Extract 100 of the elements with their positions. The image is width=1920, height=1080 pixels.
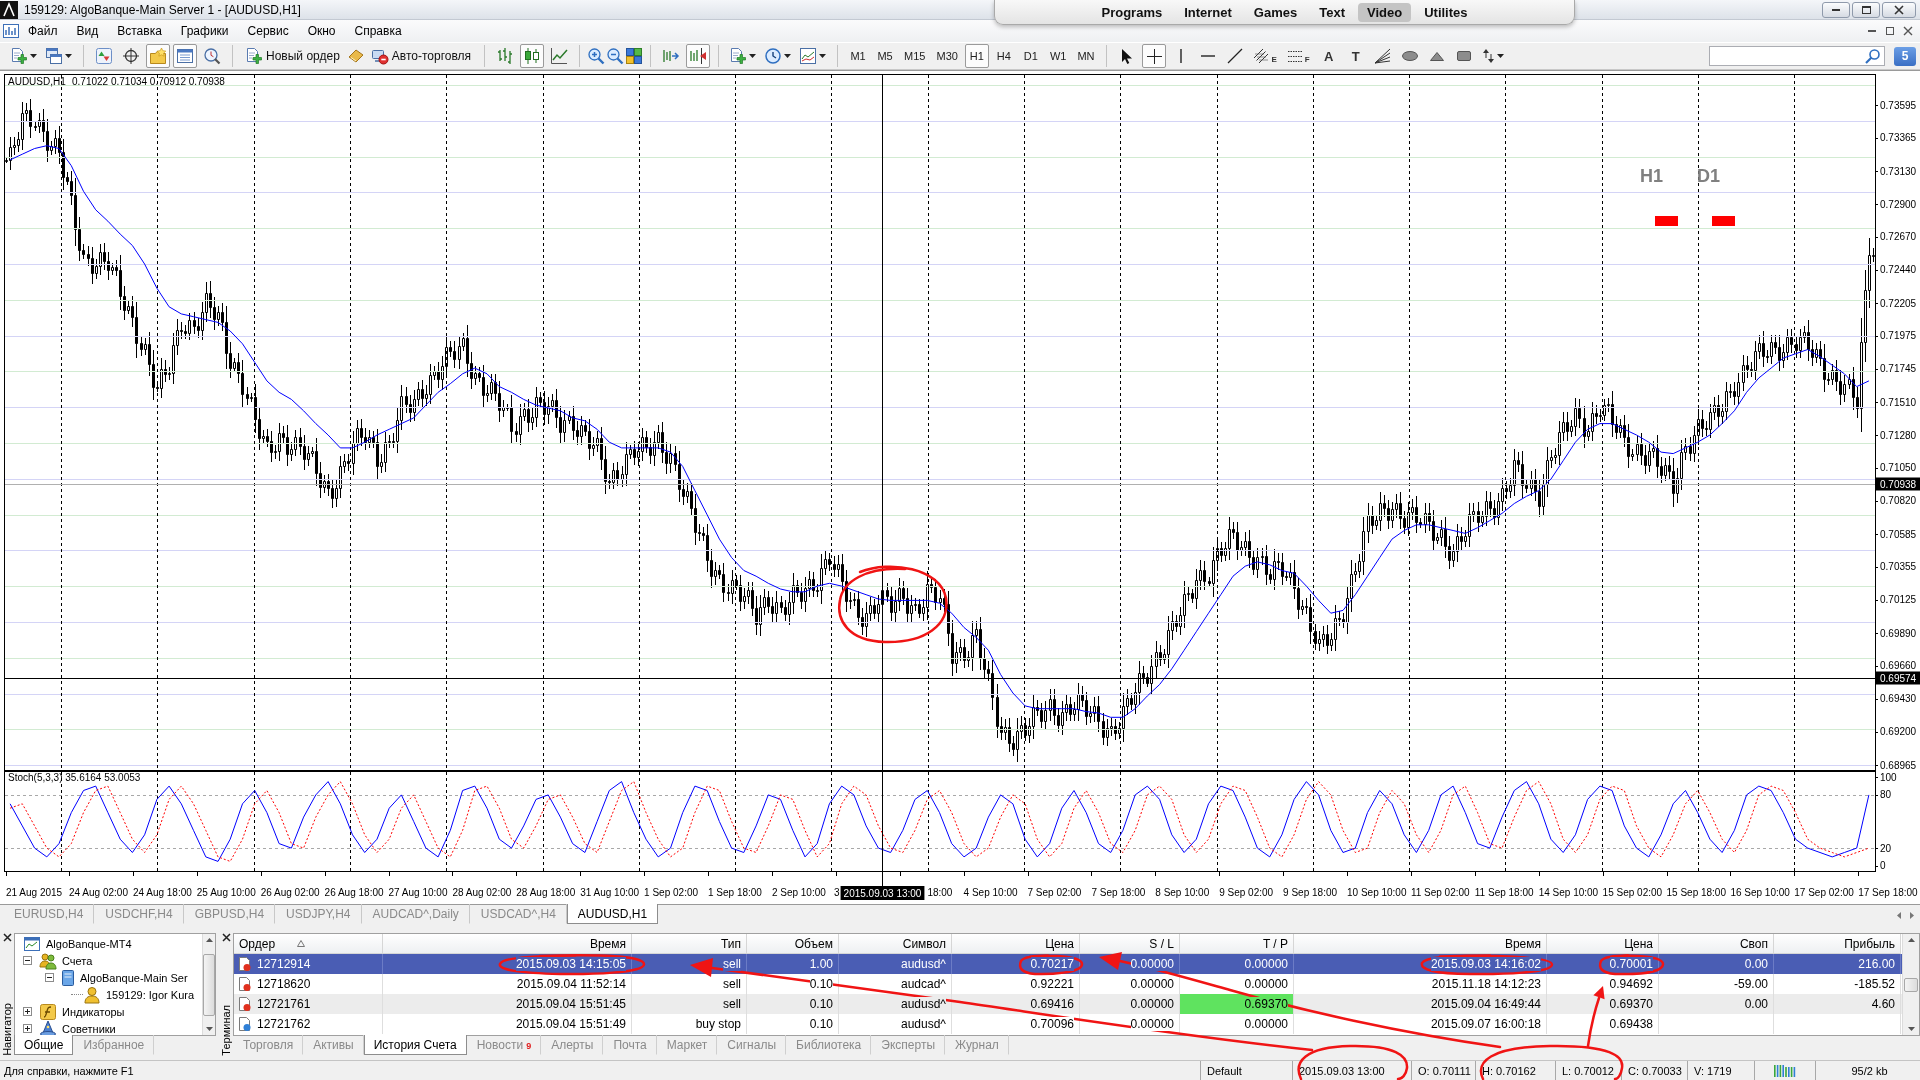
table-cell: 0.00000: [1130, 997, 1174, 1011]
price-axis-label: 0.72440: [1880, 264, 1917, 276]
price-axis-label: 0.70585: [1880, 528, 1917, 540]
time-axis-label: 7 Sep 18:00: [1091, 887, 1146, 898]
price-axis-label: 0.72900: [1880, 198, 1917, 210]
time-axis-label: 18:00: [927, 887, 953, 898]
table-cell: 2015.11.18 14:12:23: [1431, 977, 1541, 991]
window-title: 159129: AlgoBanque-Main Server 1 - [AUDUSD,H1]: [24, 2, 301, 17]
table-cell: 0.70001: [1609, 957, 1653, 971]
oscillator-axis-label: 100: [1880, 771, 1897, 783]
table-cell: 216.00: [1858, 957, 1895, 971]
price-tag: 0.70938: [1876, 477, 1920, 491]
time-axis-label: 16 Sep 10:00: [1730, 887, 1790, 898]
time-axis-label: 28 Aug 02:00: [452, 887, 512, 898]
time-axis-label: 26 Aug 02:00: [260, 887, 320, 898]
order-number: 12721761: [257, 997, 311, 1011]
panel-title: Терминал: [220, 1005, 232, 1056]
price-axis-label: 0.71745: [1880, 363, 1917, 375]
table-cell: 1.00: [809, 957, 833, 971]
status-field: V: 1719: [1687, 1061, 1754, 1080]
table-cell: 0.10: [809, 977, 833, 991]
time-axis-label: 28 Aug 18:00: [516, 887, 576, 898]
panel-title: Навигатор: [1, 1003, 13, 1056]
time-axis-label: 7 Sep 02:00: [1027, 887, 1082, 898]
price-axis-label: 0.71510: [1880, 396, 1917, 408]
status-field: 2015.09.03 13:00: [1292, 1061, 1411, 1080]
time-axis-label: 11 Sep 18:00: [1474, 887, 1534, 898]
price-axis-label: 0.69200: [1880, 726, 1917, 737]
price-axis-label: 0.71280: [1880, 429, 1917, 441]
time-axis-label: 26 Aug 18:00: [324, 887, 384, 898]
table-cell: 0.69370: [1609, 997, 1653, 1011]
table-cell: 0.00000: [1244, 957, 1288, 971]
price-axis-label: 0.70125: [1880, 594, 1917, 606]
table-cell: sell: [723, 997, 741, 1011]
chart-symbol: AUDUSD,H1: [8, 76, 66, 87]
table-cell: buy stop: [695, 1017, 741, 1031]
oscillator-axis-label: 80: [1880, 789, 1892, 801]
price-axis-label: 0.69430: [1880, 693, 1917, 705]
ref-line-label: 0.70938: [1880, 479, 1917, 490]
order-number: 12721762: [257, 1017, 311, 1031]
time-axis-label: 1 Sep 18:00: [708, 887, 762, 898]
time-axis-label: 9 Sep 02:00: [1219, 887, 1274, 898]
table-cell: 2015.09.04 15:51:45: [515, 997, 626, 1011]
table-cell: 0.00000: [1244, 1017, 1288, 1031]
table-cell: 2015.09.04 16:49:44: [1430, 997, 1541, 1011]
time-axis-label: 17 Sep 18:00: [1858, 887, 1918, 898]
time-axis-label: 24 Aug 18:00: [132, 887, 192, 898]
price-axis-label: 0.71975: [1880, 330, 1917, 342]
table-cell: 0.92221: [1030, 977, 1074, 991]
table-cell: audusd^: [901, 997, 946, 1011]
time-axis-label: 3: [834, 887, 840, 898]
table-cell: 2015.09.03 14:16:02: [1430, 957, 1541, 971]
time-axis-label: 8 Sep 10:00: [1155, 887, 1210, 898]
ref-line-label: 0.69574: [1880, 673, 1917, 684]
table-cell: 0.00: [1744, 997, 1768, 1011]
table-cell: 0.69370: [1244, 997, 1288, 1011]
table-cell: 0.10: [809, 997, 833, 1011]
table-cell: audcad^: [901, 977, 946, 991]
price-axis-label: 0.73365: [1880, 132, 1917, 144]
price-axis-label: 0.71050: [1880, 462, 1917, 474]
price-axis-label: 0.68965: [1880, 759, 1917, 771]
price-axis-label: 0.72205: [1880, 297, 1917, 309]
time-axis-label: 15 Sep 02:00: [1602, 887, 1663, 898]
time-axis-label: 24 Aug 02:00: [69, 887, 128, 898]
table-cell: 0.70096: [1030, 1017, 1074, 1031]
table-cell: 0.00000: [1130, 977, 1174, 991]
table-cell: audusd^: [901, 957, 946, 971]
table-cell: sell: [723, 977, 741, 991]
table-cell: -185.52: [1854, 977, 1895, 991]
table-cell: 0.00000: [1130, 957, 1174, 971]
order-number: 12718620: [257, 977, 311, 991]
table-cell: 0.69416: [1030, 997, 1074, 1011]
signal-label: H1: [1640, 166, 1663, 186]
time-axis-label: 31 Aug 10:00: [580, 887, 640, 898]
table-cell: -59.00: [1733, 977, 1768, 991]
time-axis-label: 14 Sep 10:00: [1538, 887, 1599, 898]
time-axis-label: 2 Sep 10:00: [771, 887, 826, 898]
time-axis-label: 9 Sep 18:00: [1283, 887, 1338, 898]
time-axis-label: 21 Aug 2015: [6, 887, 63, 898]
table-cell: 0.94692: [1609, 977, 1653, 991]
time-axis-label: 17 Sep 02:00: [1794, 887, 1854, 898]
table-cell: sell: [723, 957, 741, 971]
oscillator-axis-label: 20: [1880, 842, 1892, 854]
price-axis-label: 0.72670: [1880, 231, 1917, 243]
time-axis-label: 25 Aug 10:00: [196, 887, 256, 898]
order-number: 12712914: [257, 957, 311, 971]
price-axis-label: 0.69890: [1880, 627, 1917, 639]
table-cell: 0.00000: [1130, 1017, 1174, 1031]
status-field: O: 0.70111: [1411, 1061, 1475, 1080]
price-axis-label: 0.70355: [1880, 561, 1917, 573]
crosshair-time-tag: 2015.09.03 13:00: [840, 886, 925, 900]
status-field: Default: [1200, 1061, 1292, 1080]
time-axis-label: 10 Sep 10:00: [1347, 887, 1407, 898]
table-cell: audusd^: [901, 1017, 946, 1031]
table-cell: 0.00: [1744, 957, 1768, 971]
unread-count: 9: [526, 1041, 532, 1051]
price-axis-label: 0.69660: [1880, 660, 1917, 672]
status-field: L: 0.70012: [1555, 1061, 1621, 1080]
time-axis-label: 15 Sep 18:00: [1666, 887, 1726, 898]
status-field: H: 0.70162: [1475, 1061, 1555, 1080]
